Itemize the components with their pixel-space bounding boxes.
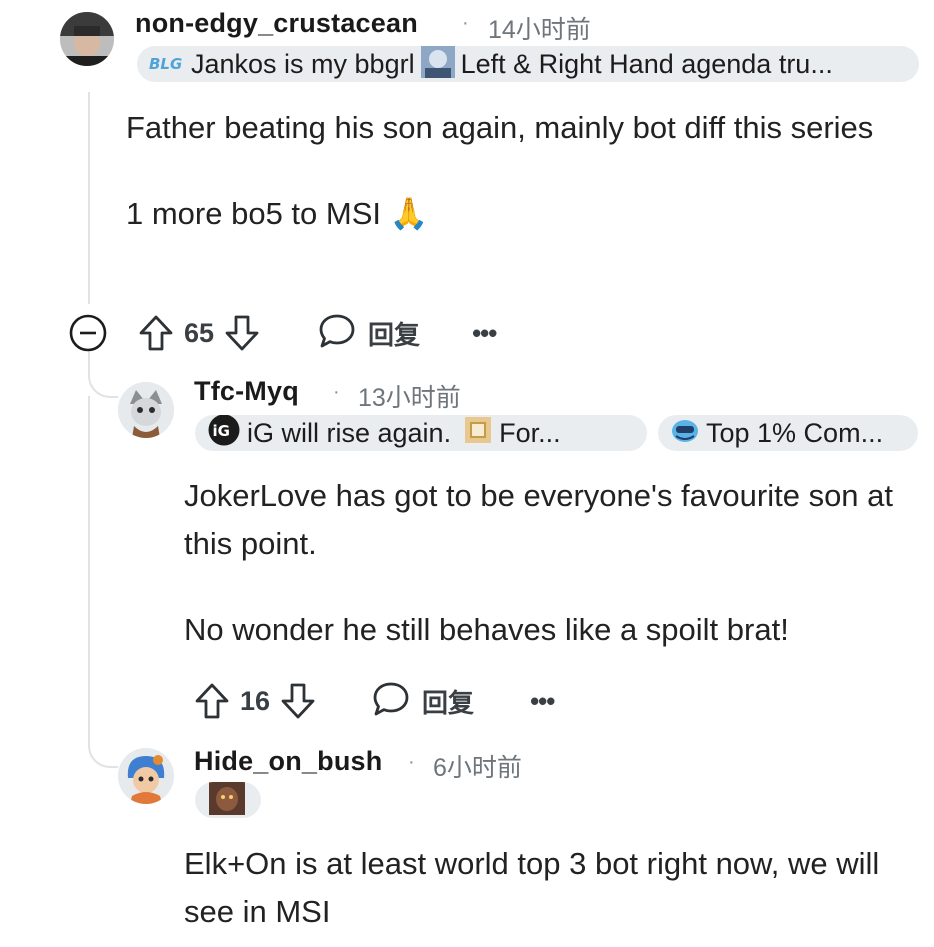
reply-label: 回复: [368, 319, 421, 350]
comment-body: Father beating his son again, mainly bot…: [126, 104, 906, 238]
speech-bubble-icon: [372, 681, 410, 722]
downvote-icon[interactable]: [280, 682, 316, 720]
username[interactable]: Tfc-Myq: [194, 376, 299, 407]
comment-body: Elk+On is at least world top 3 bot right…: [184, 840, 914, 936]
comment-paragraph: No wonder he still behaves like a spoilt…: [184, 612, 789, 647]
avatar[interactable]: [118, 748, 174, 804]
upvote-icon[interactable]: [138, 314, 174, 352]
user-flair: [195, 782, 261, 818]
speech-bubble-icon: [318, 313, 356, 354]
achievement-flair: Top 1% Com...: [658, 415, 918, 451]
timestamp[interactable]: 13小时前: [358, 378, 461, 414]
reply-button[interactable]: 回复: [372, 681, 474, 722]
reply-label: 回复: [422, 687, 475, 718]
comment-paragraph: Elk+On is at least world top 3 bot right…: [184, 846, 880, 929]
comment-paragraph: 1 more bo5 to MSI 🙏: [126, 196, 429, 231]
separator-dot: ·: [333, 381, 340, 403]
timestamp[interactable]: 6小时前: [433, 748, 522, 784]
timestamp[interactable]: 14小时前: [488, 10, 591, 46]
team-logo-icon: iG: [207, 415, 241, 451]
vote-count: 16: [240, 685, 271, 716]
username[interactable]: Hide_on_bush: [194, 746, 382, 777]
champion-portrait-icon: [420, 46, 455, 82]
more-options-icon[interactable]: •••: [530, 686, 555, 717]
comment-paragraph: JokerLove has got to be everyone's favou…: [184, 478, 894, 561]
thread-line-main: [88, 92, 90, 304]
vote-count: 65: [184, 317, 215, 348]
thread-elbow-reply-2: [88, 396, 118, 768]
flair-text-2: Left & Right Hand agenda tru...: [460, 48, 833, 79]
flair-text: iG will rise again.: [247, 417, 452, 448]
achievement-text: Top 1% Com...: [706, 417, 884, 448]
thread-elbow-reply-1: [88, 350, 118, 398]
rank-emblem-icon: [463, 415, 493, 451]
separator-dot: ·: [462, 12, 469, 34]
comment-paragraph: Father beating his son again, mainly bot…: [126, 110, 874, 145]
comment-actions: 16 回复 •••: [194, 679, 555, 723]
comment-actions: 65 回复 •••: [68, 311, 497, 355]
team-logo-icon: BLG: [149, 49, 185, 80]
svg-text:iG: iG: [213, 422, 230, 440]
champion-portrait-icon: [209, 782, 245, 818]
avatar[interactable]: [60, 12, 114, 66]
user-flair: BLG Jankos is my bbgrl Left & Right Hand…: [137, 46, 919, 82]
more-options-icon[interactable]: •••: [472, 318, 497, 349]
username[interactable]: non-edgy_crustacean: [135, 8, 418, 39]
flair-text: Jankos is my bbgrl: [191, 48, 415, 79]
svg-text:BLG: BLG: [149, 55, 182, 73]
achievement-badge-icon: [670, 416, 700, 451]
upvote-icon[interactable]: [194, 682, 230, 720]
downvote-icon[interactable]: [224, 314, 260, 352]
separator-dot: ·: [408, 751, 415, 773]
collapse-icon[interactable]: [68, 313, 108, 353]
comment-body: JokerLove has got to be everyone's favou…: [184, 472, 914, 654]
flair-text-2: For...: [499, 417, 561, 448]
reply-button[interactable]: 回复: [318, 313, 420, 354]
user-flair: iG iG will rise again. For...: [195, 415, 647, 451]
avatar[interactable]: [118, 382, 174, 438]
